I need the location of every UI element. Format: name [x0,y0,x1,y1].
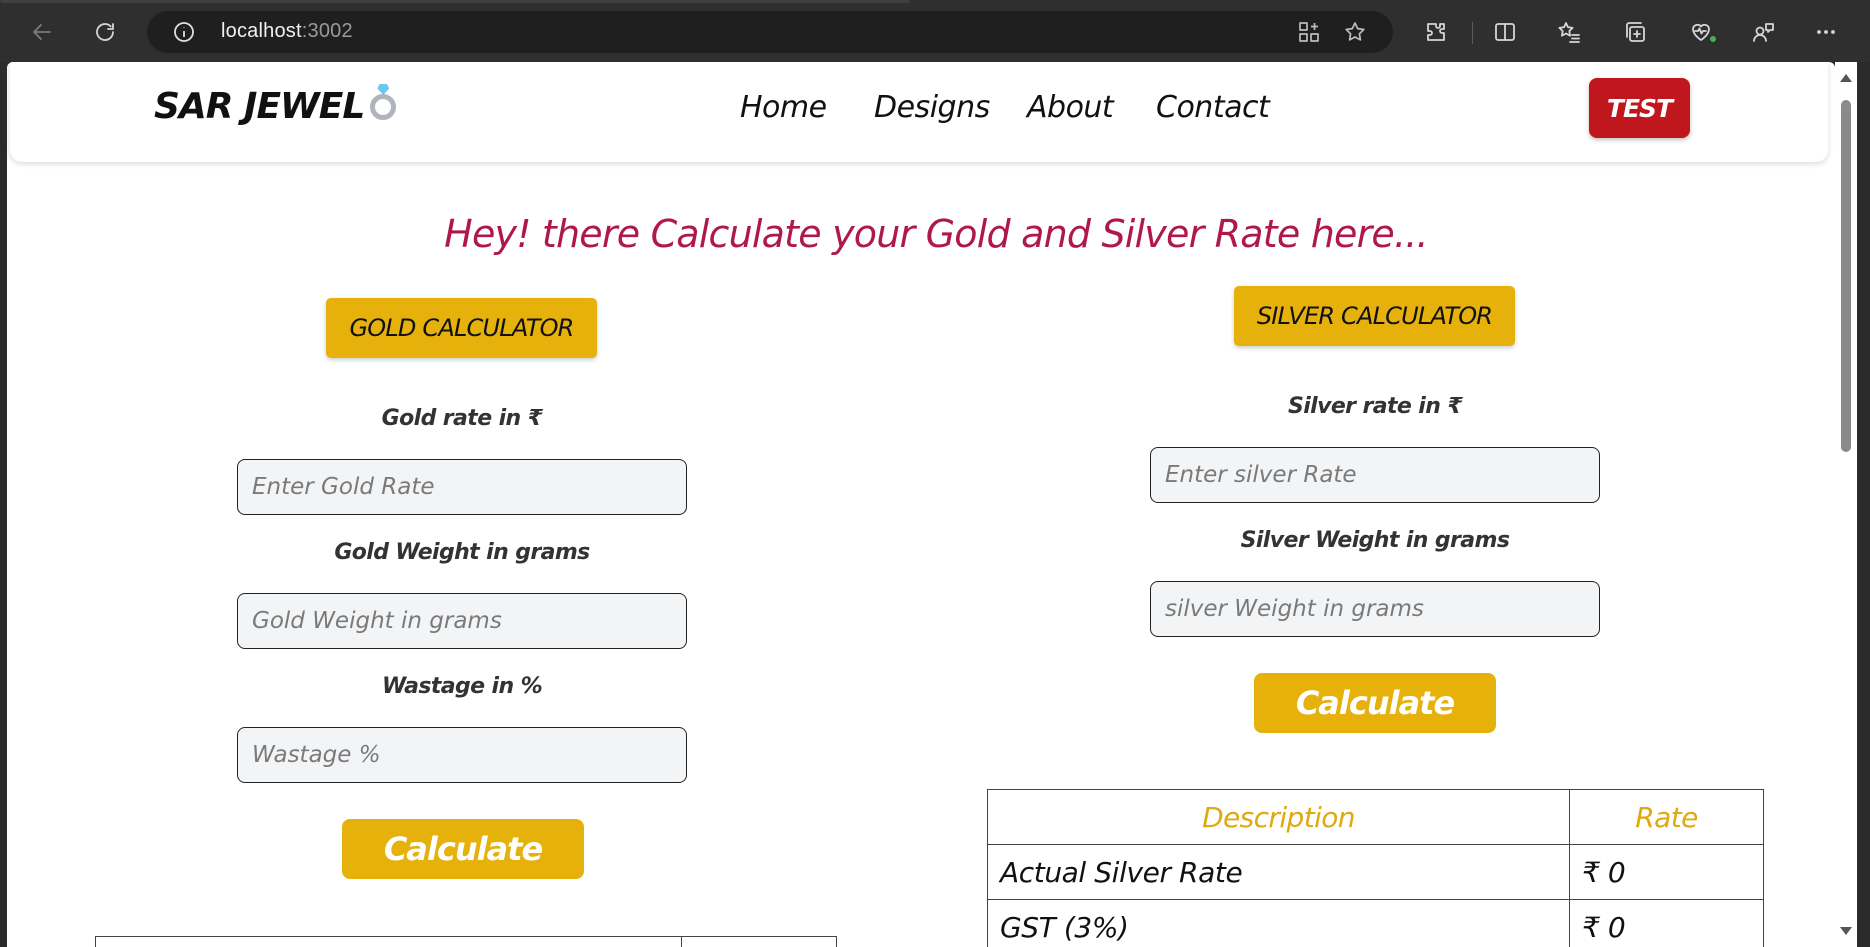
favorite-star-icon[interactable] [1343,20,1367,44]
ellipsis-icon [1817,30,1835,34]
profiles-icon [1753,23,1774,42]
table-cell: GST (3%) [987,899,1570,947]
gold-rate-label: Gold rate in ₹ [381,406,543,431]
table-row: Actual Silver Rate ₹ 0 [987,844,1764,900]
table-header-cell [681,936,837,947]
browser-essentials-button[interactable] [1683,14,1719,50]
table-cell: ₹ 0 [1569,899,1764,947]
more-menu-button[interactable] [1808,14,1844,50]
table-row [95,936,837,947]
page-scrollbar[interactable] [1835,62,1857,947]
favorites-list-icon [1558,22,1580,43]
url-text: localhost:3002 [221,20,353,43]
refresh-button[interactable] [87,14,123,50]
brand-name: SAR JEWEL [154,86,365,127]
rate-header: Rate [1569,789,1764,845]
silver-calculator-button[interactable]: SILVER CALCULATOR [1234,286,1515,346]
split-screen-button[interactable] [1487,14,1523,50]
tab-strip-edge [0,0,910,3]
scroll-up-arrow[interactable] [1840,74,1852,82]
split-screen-icon [1495,23,1515,41]
description-header: Description [987,789,1570,845]
browser-toolbar: localhost:3002 [0,0,1870,62]
silver-rate-label: Silver rate in ₹ [1287,394,1463,419]
scroll-thumb[interactable] [1841,100,1851,452]
refresh-icon [96,23,114,41]
gold-calculator-button[interactable]: GOLD CALCULATOR [326,298,597,358]
gold-rate-input[interactable] [237,459,687,515]
table-header-cell [95,936,682,947]
table-header-row: Description Rate [987,789,1764,845]
silver-result-table: Description Rate Actual Silver Rate ₹ 0 … [987,789,1764,947]
puzzle-icon [1427,23,1445,41]
silver-weight-label: Silver Weight in grams [1240,528,1510,553]
nav-home[interactable]: Home [740,90,827,125]
profile-button[interactable] [1746,14,1782,50]
page-viewport: SAR JEWEL Home Designs About Contact TES… [7,62,1835,947]
arrow-left-icon [33,24,51,40]
nav-designs[interactable]: Designs [874,90,990,125]
url-host: localhost [221,20,302,42]
gold-calculate-button[interactable]: Calculate [342,819,584,879]
table-cell: Actual Silver Rate [987,844,1570,900]
silver-weight-input[interactable] [1150,581,1600,637]
site-navbar: SAR JEWEL Home Designs About Contact TES… [10,62,1828,162]
info-icon[interactable] [173,21,195,43]
wastage-label: Wastage in % [381,674,543,699]
extensions-button[interactable] [1418,14,1454,50]
address-bar[interactable]: localhost:3002 [147,11,1393,53]
favorites-button[interactable] [1551,14,1587,50]
toolbar-separator [1472,22,1473,44]
table-cell: ₹ 0 [1569,844,1764,900]
silver-calculate-button[interactable]: Calculate [1254,673,1496,733]
url-port: :3002 [301,20,353,42]
gold-result-table [95,936,837,947]
collections-icon [1626,22,1645,42]
gold-weight-label: Gold Weight in grams [334,540,590,565]
silver-rate-input[interactable] [1150,447,1600,503]
wastage-input[interactable] [237,727,687,783]
nav-about[interactable]: About [1027,90,1114,125]
nav-contact[interactable]: Contact [1156,90,1270,125]
collections-button[interactable] [1617,14,1653,50]
window-edge [1857,62,1870,947]
test-button[interactable]: TEST [1589,78,1690,138]
back-button[interactable] [24,14,60,50]
page-headline: Hey! there Calculate your Gold and Silve… [444,212,1428,256]
ring-icon [368,84,398,122]
gold-weight-input[interactable] [237,593,687,649]
app-available-icon[interactable] [1297,20,1321,44]
brand-logo[interactable]: SAR JEWEL [154,84,398,127]
table-row: GST (3%) ₹ 0 [987,899,1764,947]
status-dot [1708,34,1718,44]
scroll-down-arrow[interactable] [1840,927,1852,935]
